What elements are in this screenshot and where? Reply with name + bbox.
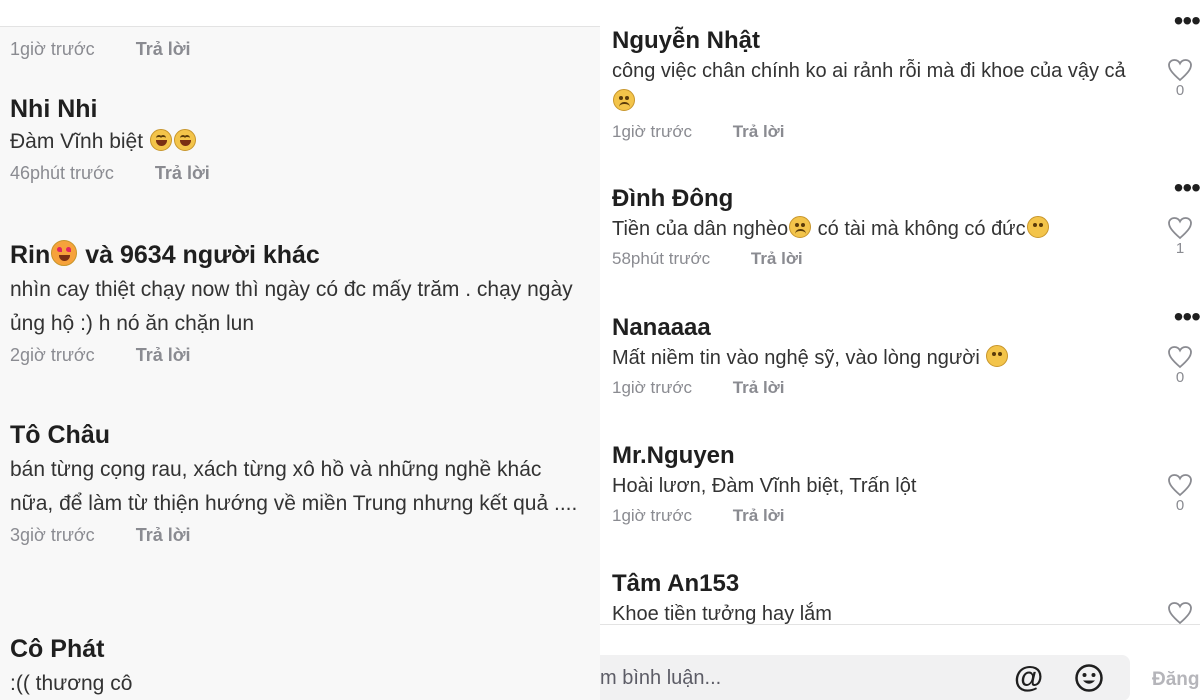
laughing-emoji-icon — [173, 129, 196, 151]
comment-author[interactable]: Rin và 9634 người khác — [10, 239, 590, 271]
reply-button[interactable]: Trả lời — [136, 39, 191, 59]
reply-button[interactable]: Trả lời — [733, 378, 785, 397]
comment-input-bar: @ Đăng — [600, 624, 1200, 700]
comment-time: 58phút trước — [612, 249, 711, 268]
comment-author[interactable]: Nhi Nhi — [10, 93, 590, 125]
like-button[interactable]: 0 — [1160, 473, 1200, 515]
comment-item: Cô Phát :(( thương cô — [10, 633, 590, 700]
right-comment-panel: Nguyễn Nhật công việc chân chính ko ai r… — [600, 0, 1200, 700]
more-dots-icon[interactable]: ••• — [1174, 174, 1200, 202]
reply-button[interactable]: Trả lời — [155, 163, 210, 183]
comment-meta: 1giờ trước Trả lời — [10, 39, 590, 60]
comment-time: 1giờ trước — [612, 122, 692, 141]
comment-meta: 46phút trước Trả lời — [10, 163, 590, 184]
like-button[interactable]: 0 — [1160, 345, 1200, 387]
like-count: 1 — [1175, 240, 1185, 257]
like-count: 0 — [1175, 82, 1185, 99]
smiling-hearts-emoji-icon — [51, 240, 78, 266]
comment-input[interactable] — [600, 655, 1000, 700]
comment-body: nhìn cay thiệt chạy now thì ngày có đc m… — [10, 278, 573, 335]
comment-meta: 1giờ trước Trả lời — [612, 122, 1130, 142]
like-count: 0 — [1175, 369, 1185, 386]
comment-author[interactable]: Tô Châu — [10, 419, 590, 451]
comment-item: Mr.Nguyen Hoài lươn, Đàm Vĩnh biệt, Trấn… — [612, 441, 1130, 526]
sad-emoji-icon — [613, 89, 635, 111]
comment-meta: 1giờ trước Trả lời — [612, 378, 1130, 398]
more-dots-icon[interactable]: ••• — [1174, 7, 1200, 35]
comment-text: công việc chân chính ko ai rảnh rỗi mà đ… — [612, 56, 1130, 118]
reply-button[interactable]: Trả lời — [136, 345, 191, 365]
comment-meta: 2giờ trước Trả lời — [10, 345, 590, 366]
heart-outline-icon — [1168, 346, 1192, 369]
comment-item: Nhi Nhi Đàm Vĩnh biệt 46phút trước Trả l… — [10, 93, 590, 184]
comment-author[interactable]: Nguyễn Nhật — [612, 26, 1130, 56]
comment-item: Đình Đông Tiền của dân nghèo có tài mà k… — [612, 184, 1130, 269]
comment-time: 2giờ trước — [10, 345, 95, 365]
author-suffix: và 9634 người khác — [78, 241, 320, 269]
comment-author[interactable]: Nanaaaa — [612, 313, 1130, 343]
comment-author[interactable]: Đình Đông — [612, 184, 1130, 214]
comment-text: Mất niềm tin vào nghệ sỹ, vào lòng người — [612, 343, 1130, 374]
reply-button[interactable]: Trả lời — [751, 249, 803, 268]
author-name: Rin — [10, 241, 51, 269]
comment-body: Hoài lươn, Đàm Vĩnh biệt, Trấn lột — [612, 475, 917, 497]
comment-meta-top: 1giờ trước Trả lời — [10, 35, 590, 60]
left-comment-panel: 1giờ trước Trả lời Nhi Nhi Đàm Vĩnh biệt… — [0, 26, 600, 700]
comment-input-box: @ — [600, 655, 1130, 700]
comment-time: 1giờ trước — [612, 506, 692, 525]
emoji-face-icon[interactable] — [1074, 663, 1104, 693]
like-button[interactable] — [1160, 601, 1200, 625]
heart-outline-icon — [1168, 474, 1192, 497]
comment-text: Đàm Vĩnh biệt — [10, 125, 590, 159]
sad-emoji-icon — [789, 216, 812, 238]
comment-body: :(( thương cô — [10, 672, 133, 695]
reply-button[interactable]: Trả lời — [136, 525, 191, 545]
laughing-emoji-icon — [149, 129, 172, 151]
comment-item: Nguyễn Nhật công việc chân chính ko ai r… — [612, 26, 1130, 142]
comment-body: Tiền của dân nghèo — [612, 218, 789, 240]
comment-meta: 1giờ trước Trả lời — [612, 506, 1130, 526]
comment-body-continued: có tài mà không có đức — [812, 218, 1026, 240]
comment-item: Rin và 9634 người khác nhìn cay thiệt ch… — [10, 239, 590, 366]
comment-body: Đàm Vĩnh biệt — [10, 130, 144, 153]
neutral-emoji-icon — [986, 345, 1009, 367]
heart-outline-icon — [1168, 59, 1192, 82]
comment-body: công việc chân chính ko ai rảnh rỗi mà đ… — [612, 60, 1126, 82]
comment-meta: 58phút trước Trả lời — [612, 249, 1130, 269]
comment-author[interactable]: Mr.Nguyen — [612, 441, 1130, 471]
comment-item: Tâm An153 Khoe tiền tưởng hay lắm — [612, 569, 1130, 630]
at-mention-icon[interactable]: @ — [1014, 661, 1043, 695]
heart-outline-icon — [1168, 602, 1192, 625]
like-button[interactable]: 0 — [1160, 58, 1200, 100]
comment-time: 3giờ trước — [10, 525, 95, 545]
reply-button[interactable]: Trả lời — [733, 506, 785, 525]
like-button[interactable]: 1 — [1160, 216, 1200, 258]
comment-body: Mất niềm tin vào nghệ sỹ, vào lòng người — [612, 347, 980, 369]
comment-author[interactable]: Cô Phát — [10, 633, 590, 665]
comment-body: bán từng cọng rau, xách từng xô hồ và nh… — [10, 458, 578, 515]
heart-outline-icon — [1168, 217, 1192, 240]
comment-time: 1giờ trước — [612, 378, 692, 397]
comment-item: Tô Châu bán từng cọng rau, xách từng xô … — [10, 419, 590, 546]
comment-item: Nanaaaa Mất niềm tin vào nghệ sỹ, vào lò… — [612, 313, 1130, 398]
comment-time: 1giờ trước — [10, 39, 95, 59]
comment-time: 46phút trước — [10, 163, 114, 183]
more-dots-icon[interactable]: ••• — [1174, 303, 1200, 331]
neutral-emoji-icon — [1026, 216, 1049, 238]
comment-text: Tiền của dân nghèo có tài mà không có đứ… — [612, 214, 1130, 245]
post-button[interactable]: Đăng — [1152, 669, 1200, 691]
comment-author[interactable]: Tâm An153 — [612, 569, 1130, 599]
like-count: 0 — [1175, 497, 1185, 514]
comment-meta: 3giờ trước Trả lời — [10, 525, 590, 546]
reply-button[interactable]: Trả lời — [733, 122, 785, 141]
